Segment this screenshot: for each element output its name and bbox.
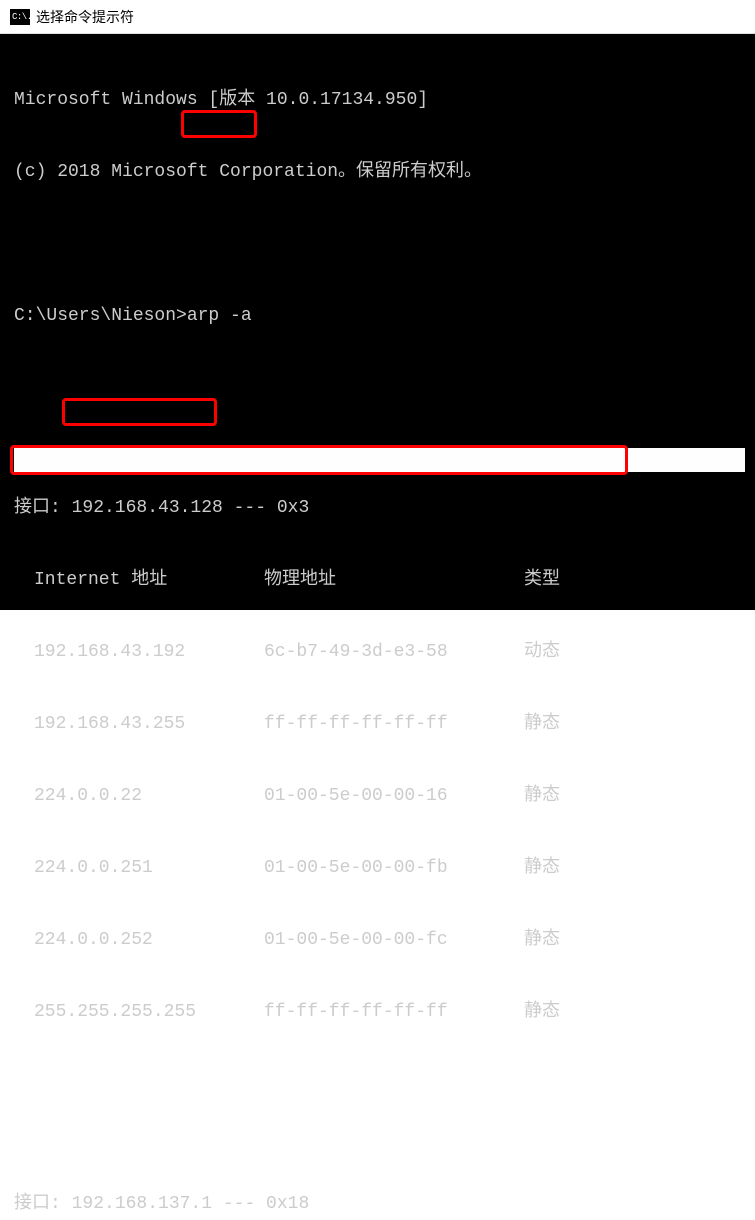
cell-mac: 6c-b7-49-3d-e3-58 — [264, 640, 524, 664]
annotation-box-interface-ip — [62, 398, 217, 426]
blank-line — [14, 1072, 745, 1096]
blank-line — [14, 376, 745, 400]
cell-type: 静态 — [524, 784, 560, 808]
cell-type: 动态 — [524, 640, 560, 664]
cell-mac: 01-00-5e-00-00-fc — [264, 928, 524, 952]
cell-mac: ff-ff-ff-ff-ff-ff — [264, 1000, 524, 1024]
table-row: 224.0.0.25201-00-5e-00-00-fc静态 — [14, 928, 745, 952]
cell-mac: 01-00-5e-00-00-16 — [264, 784, 524, 808]
cell-mac: 01-00-5e-00-00-fb — [264, 856, 524, 880]
titlebar[interactable]: C:\. 选择命令提示符 — [0, 0, 755, 34]
col-ip-header: Internet 地址 — [34, 568, 264, 592]
table-row: 192.168.43.255ff-ff-ff-ff-ff-ff静态 — [14, 712, 745, 736]
cell-ip: 192.168.43.192 — [34, 640, 264, 664]
cmd-icon: C:\. — [10, 9, 30, 25]
interface-header: 接口: 192.168.137.1 --- 0x18 — [14, 1192, 745, 1216]
column-headers: Internet 地址物理地址类型 — [14, 568, 745, 592]
prompt-line: C:\Users\Nieson>arp -a — [14, 304, 745, 328]
if-prefix: 接口: — [14, 1194, 72, 1214]
col-type-header: 类型 — [524, 568, 560, 592]
cell-ip: 224.0.0.22 — [34, 784, 264, 808]
cell-type: 静态 — [524, 712, 560, 736]
cell-type: 静态 — [524, 928, 560, 952]
table-row: 255.255.255.255ff-ff-ff-ff-ff-ff静态 — [14, 1000, 745, 1024]
terminal-area[interactable]: Microsoft Windows [版本 10.0.17134.950] (c… — [0, 34, 755, 610]
if-ip: 192.168.137.1 — [72, 1194, 212, 1214]
table-row: 224.0.0.25101-00-5e-00-00-fb静态 — [14, 856, 745, 880]
prompt-command: arp -a — [187, 306, 252, 326]
if-suffix: --- 0x18 — [212, 1194, 309, 1214]
cell-ip: 224.0.0.251 — [34, 856, 264, 880]
cell-mac: ff-ff-ff-ff-ff-ff — [264, 712, 524, 736]
cell-type: 静态 — [524, 856, 560, 880]
col-mac-header: 物理地址 — [264, 568, 524, 592]
prompt-path: C:\Users\Nieson> — [14, 306, 187, 326]
banner-line-1: Microsoft Windows [版本 10.0.17134.950] — [14, 88, 745, 112]
table-row: 224.0.0.2201-00-5e-00-00-16静态 — [14, 784, 745, 808]
window-title: 选择命令提示符 — [36, 7, 134, 27]
table-row: 192.168.43.1926c-b7-49-3d-e3-58动态 — [14, 640, 745, 664]
cell-ip: 255.255.255.255 — [34, 1000, 264, 1024]
annotation-box-command — [181, 110, 257, 138]
banner-line-2: (c) 2018 Microsoft Corporation。保留所有权利。 — [14, 160, 745, 184]
highlighted-row: 192.168.137.189dc-a6-32-10-a5-55静态 — [14, 448, 745, 472]
cell-ip: 192.168.43.255 — [34, 712, 264, 736]
blank-line — [14, 232, 745, 256]
interface-header: 接口: 192.168.43.128 --- 0x3 — [14, 496, 745, 520]
cell-type: 静态 — [524, 1000, 560, 1024]
cell-ip: 224.0.0.252 — [34, 928, 264, 952]
